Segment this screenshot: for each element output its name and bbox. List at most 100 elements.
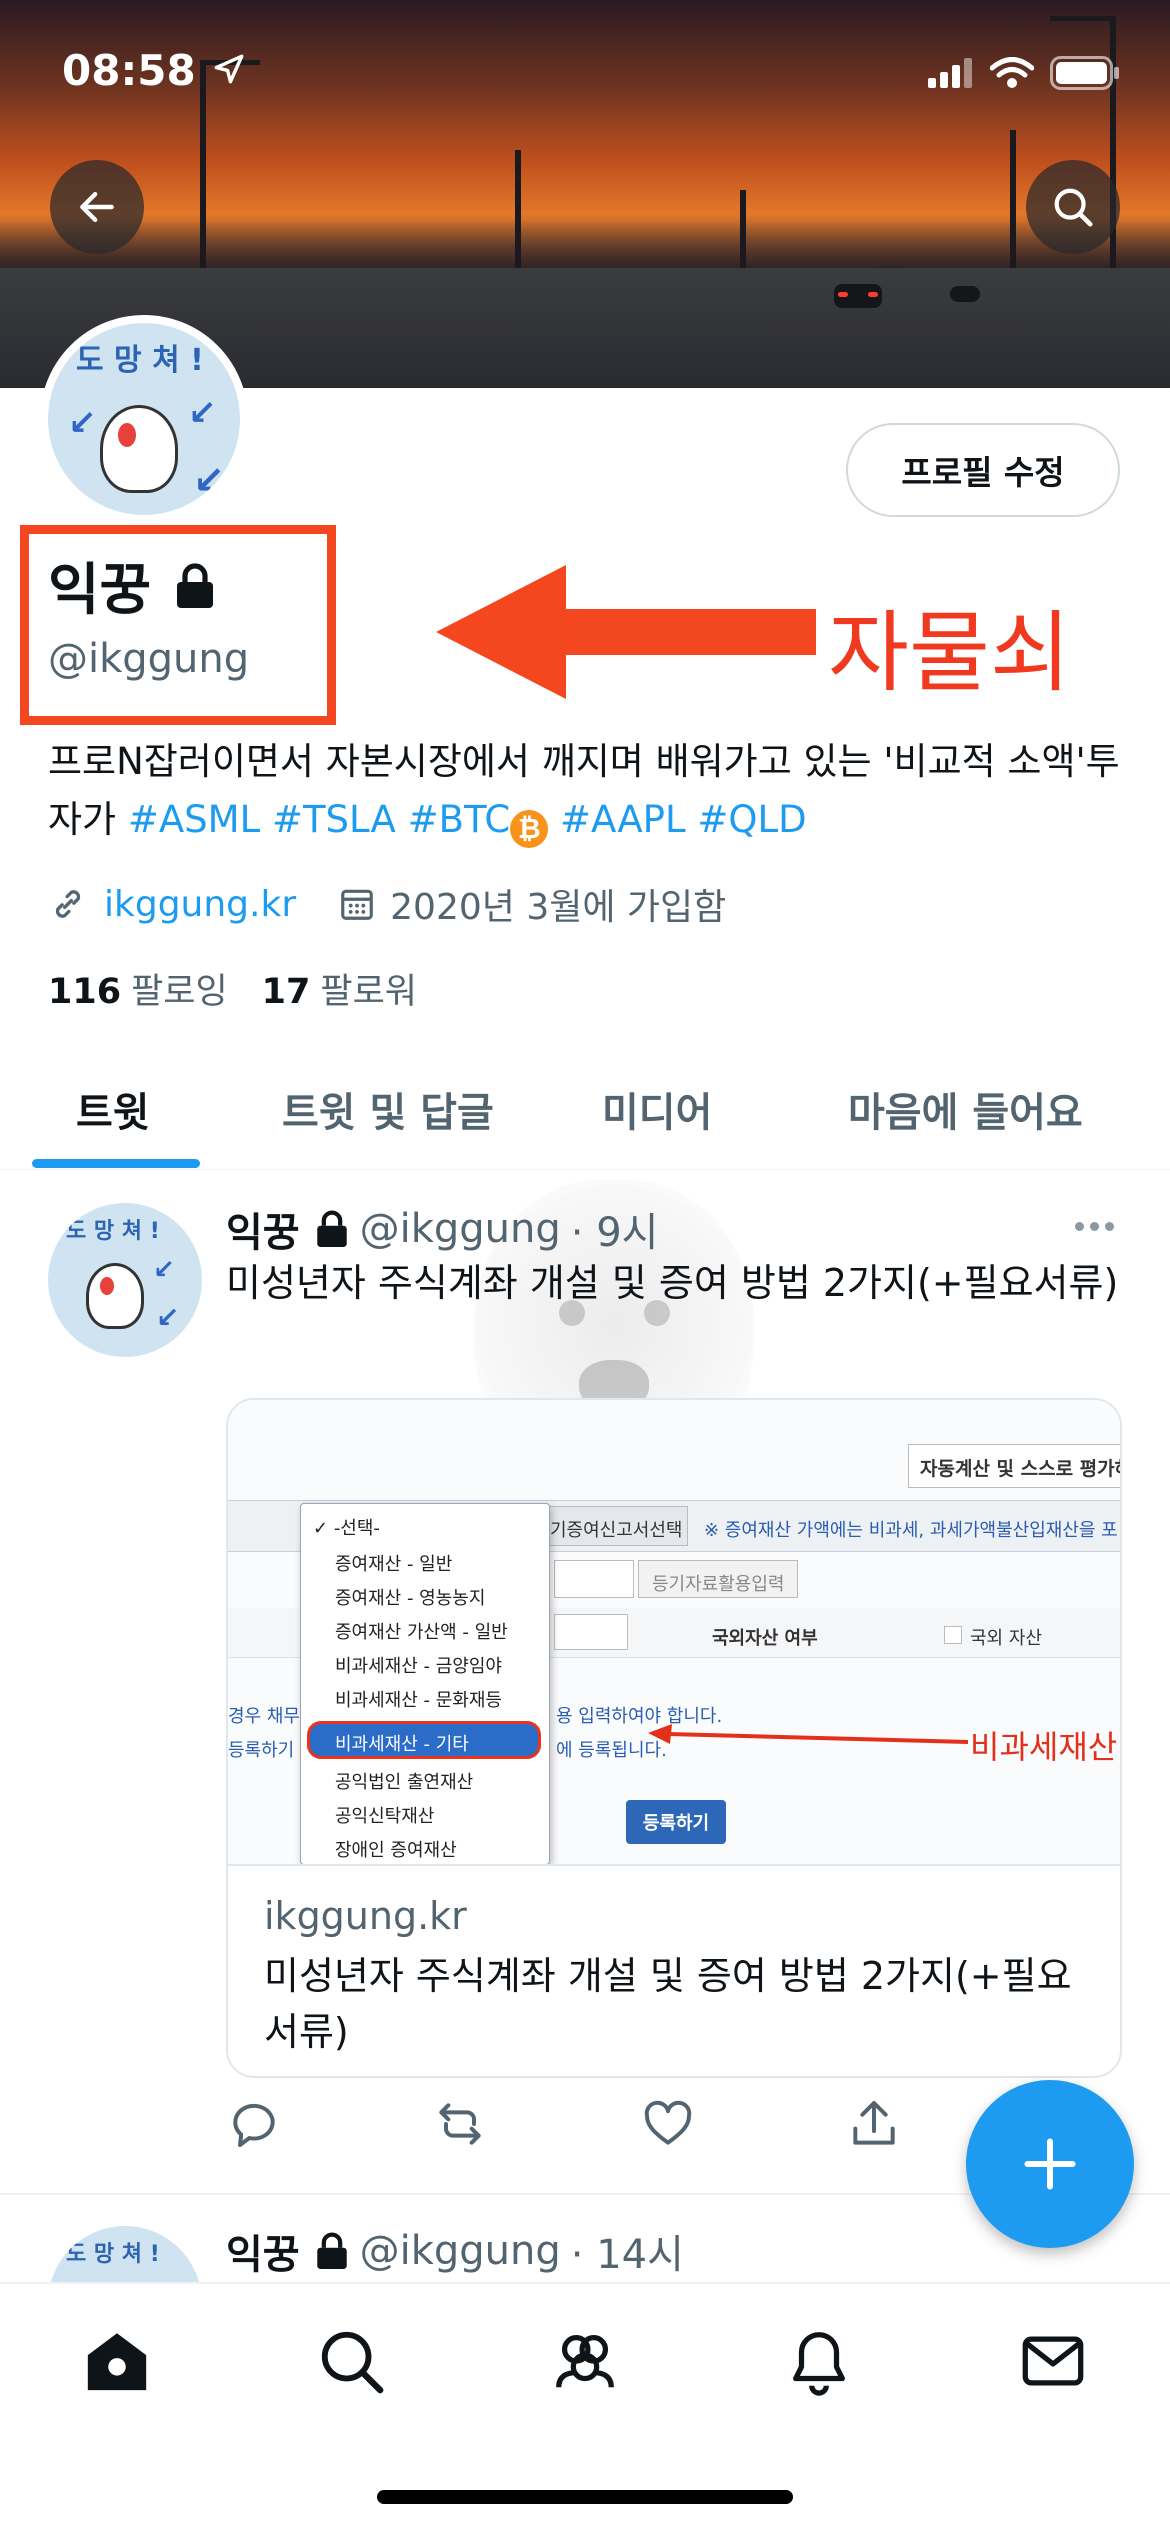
following-count: 116 <box>48 972 122 1012</box>
preview-dropdown-item: 증여재산 - 영농농지 <box>335 1588 486 1609</box>
avatar-arrow: ↙ <box>68 403 97 443</box>
preview-dropdown: ✓ -선택- 증여재산 - 일반 증여재산 - 영농농지 증여재산 가산액 - … <box>300 1503 550 1864</box>
preview-select <box>554 1614 628 1650</box>
battery-icon <box>1050 56 1119 90</box>
retweet-icon[interactable] <box>432 2096 488 2152</box>
preview-dropdown-item: 비과세재산 - 금양임야 <box>335 1656 502 1677</box>
preview-dropdown-item: 비과세재산 - 문화재등 <box>335 1690 502 1711</box>
preview-dropdown-item-selected: 비과세재산 - 기타 <box>335 1734 469 1755</box>
tab-likes[interactable]: 마음에 들어요 <box>848 1080 1083 1138</box>
annotation-label: 자물쇠 <box>828 601 1071 704</box>
following-label: 팔로잉 <box>131 972 228 1012</box>
avatar-caption: 도 망 쳐 ! <box>66 1219 160 1244</box>
communities-icon[interactable] <box>550 2326 620 2396</box>
banner-lamp <box>200 60 206 290</box>
preview-checkbox <box>944 1626 962 1644</box>
back-button[interactable] <box>50 160 144 254</box>
lock-icon <box>316 2232 347 2269</box>
banner-lamp <box>740 190 746 270</box>
search-icon[interactable] <box>316 2326 386 2396</box>
avatar-character-mouth <box>118 423 136 447</box>
avatar-arrow: ↙ <box>188 393 217 433</box>
tab-media[interactable]: 미디어 <box>602 1080 712 1138</box>
followers-label: 팔로워 <box>320 972 417 1012</box>
plus-icon <box>1024 2138 1076 2190</box>
tweet-author-name[interactable]: 익꿍 <box>226 1200 300 1258</box>
tweet-avatar[interactable]: 도 망 쳐 ! ↙ ↙ <box>48 1203 202 1357</box>
banner-car-light <box>868 292 878 297</box>
banner-lamp-arm <box>1050 16 1116 21</box>
preview-foreign-check-label: 국외 자산 <box>970 1628 1042 1649</box>
preview-red-note: 비과세재산 <box>970 1728 1118 1766</box>
tweet-time: · 9시 <box>570 1210 659 1256</box>
bitcoin-icon: ₿ <box>510 810 549 848</box>
reply-icon[interactable] <box>226 2096 282 2152</box>
edit-profile-button[interactable]: 프로필 수정 <box>846 423 1120 517</box>
lock-icon <box>177 562 214 608</box>
home-indicator <box>377 2490 793 2504</box>
active-tab-indicator <box>32 1159 200 1168</box>
preview-line: 등록하기 <box>228 1740 295 1761</box>
notifications-bell-icon[interactable] <box>784 2326 854 2396</box>
preview-dropdown-item: ✓ -선택- <box>313 1518 380 1539</box>
calendar-icon <box>341 889 373 920</box>
location-arrow-icon <box>214 54 244 84</box>
link-icon <box>55 890 81 918</box>
avatar-arrow: ↙ <box>193 458 225 502</box>
avatar-caption: 도 망 쳐 ! <box>76 343 204 378</box>
status-time: 08:58 <box>62 46 196 95</box>
profile-handle: @ikggung <box>48 636 250 682</box>
avatar-character-mouth <box>100 1277 114 1295</box>
avatar-arrow: ↙ <box>153 1255 175 1285</box>
followers-count: 17 <box>261 972 311 1012</box>
lock-icon <box>316 1210 347 1247</box>
following-link[interactable]: 116 팔로잉 <box>48 963 228 1014</box>
search-button[interactable] <box>1026 160 1120 254</box>
share-icon[interactable] <box>846 2096 902 2152</box>
tweet-author-name[interactable]: 익꿍 <box>226 2222 300 2280</box>
bio-hashtag[interactable]: #ASML <box>128 798 260 841</box>
wifi-icon <box>990 57 1034 88</box>
tab-tweets-and-replies[interactable]: 트윗 및 답글 <box>282 1080 494 1138</box>
back-arrow-icon <box>80 191 114 223</box>
profile-avatar[interactable]: 도 망 쳐 ! ↙ ↙ ↙ <box>40 315 248 523</box>
avatar-character <box>100 405 178 493</box>
search-icon <box>1054 188 1093 227</box>
annotation-arrow-icon <box>436 565 816 699</box>
link-preview-image: 자동계산 및 스스로 평가하 기증여신고서선택 ※ 증여재산 가액에는 비과세,… <box>228 1400 1122 1866</box>
bio-hashtag[interactable]: #QLD <box>697 798 806 841</box>
home-icon[interactable] <box>82 2326 152 2396</box>
bio-hashtag[interactable]: #TSLA <box>272 798 396 841</box>
preview-reg-input-label: 등기자료활용입력 <box>652 1574 785 1595</box>
profile-name: 익꿍 <box>48 545 217 626</box>
avatar-caption: 도 망 쳐 ! <box>66 2242 160 2267</box>
profile-meta: ikggung.kr 2020년 3월에 가입함 <box>48 878 726 930</box>
avatar-arrow: ↙ <box>156 1301 180 1334</box>
profile-website-link[interactable]: ikggung.kr <box>104 884 296 925</box>
cellular-signal-icon <box>928 58 972 88</box>
profile-name-text: 익꿍 <box>48 558 152 623</box>
like-heart-icon[interactable] <box>640 2096 696 2152</box>
messages-mail-icon[interactable] <box>1018 2326 1088 2396</box>
link-preview-card[interactable]: 자동계산 및 스스로 평가하 기증여신고서선택 ※ 증여재산 가액에는 비과세,… <box>226 1398 1122 2078</box>
preview-register-button: 등록하기 <box>626 1800 726 1844</box>
preview-dropdown-item: 공익신탁재산 <box>335 1806 435 1827</box>
tab-tweets[interactable]: 트윗 <box>76 1080 150 1138</box>
preview-red-arrow-icon <box>648 1724 968 1744</box>
banner-car-light <box>838 292 848 297</box>
banner-lamp <box>1110 16 1116 276</box>
more-options-icon[interactable] <box>1075 1222 1114 1231</box>
preview-auto-calc-label: 자동계산 및 스스로 평가하 <box>920 1458 1122 1480</box>
bio-hashtag[interactable]: #AAPL <box>560 798 686 841</box>
preview-select <box>554 1560 634 1598</box>
compose-tweet-button[interactable] <box>966 2080 1134 2248</box>
link-card-domain: ikggung.kr <box>264 1894 467 1938</box>
tweet-author-handle: @ikggung <box>359 2228 561 2274</box>
preview-dropdown-item: 증여재산 - 일반 <box>335 1554 453 1575</box>
preview-dropdown-item: 공익법인 출연재산 <box>335 1772 474 1793</box>
profile-joined-date: 2020년 3월에 가입함 <box>390 887 727 928</box>
preview-notice: ※ 증여재산 가액에는 비과세, 과세가액불산입재산을 포 <box>704 1520 1118 1541</box>
profile-tabs: 트윗 트윗 및 답글 미디어 마음에 들어요 <box>0 1058 1170 1170</box>
bio-hashtag[interactable]: #BTC <box>408 798 511 841</box>
followers-link[interactable]: 17 팔로워 <box>262 963 417 1014</box>
